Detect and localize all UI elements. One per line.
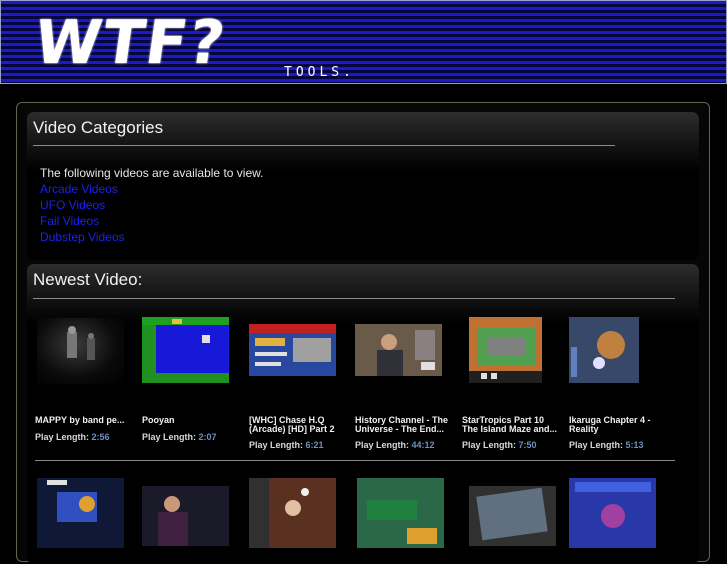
- play-length-5: Play Length: 7:50: [462, 440, 537, 450]
- site-banner: WTF? TOOLS.: [0, 0, 727, 84]
- vertical-shooter-thumb-image: [249, 478, 309, 548]
- shooter-thumb-image: [47, 480, 97, 522]
- play-length-label: Play Length:: [142, 432, 197, 442]
- video-thumbnail-4[interactable]: [355, 324, 442, 376]
- site-logo[interactable]: WTF?: [30, 8, 231, 78]
- video-thumbnail-5[interactable]: [469, 317, 542, 383]
- fighter-thumb-image: [575, 482, 651, 528]
- ikaruga-thumb-image: [569, 317, 639, 383]
- category-link-fail[interactable]: Fail Videos: [40, 214, 99, 228]
- newest-video-panel: Newest Video: MAPPY by band pe... Pooyan…: [27, 264, 699, 564]
- video-duration: 5:13: [625, 440, 644, 450]
- video-thumbnail-1[interactable]: [37, 318, 124, 384]
- video-thumbnail-3[interactable]: [249, 324, 336, 376]
- play-length-4: Play Length: 44:12: [355, 440, 435, 450]
- video-title-5[interactable]: StarTropics Part 10 The Island Maze and.…: [462, 416, 560, 434]
- video-thumbnail-12[interactable]: [569, 478, 656, 548]
- play-length-label: Play Length:: [569, 440, 624, 450]
- video-title-2[interactable]: Pooyan: [142, 416, 240, 425]
- chasehq-thumb-image: [249, 324, 336, 366]
- arcade-thumb-image: [367, 500, 437, 544]
- play-length-label: Play Length:: [249, 440, 304, 450]
- play-length-1: Play Length: 2:56: [35, 432, 110, 442]
- play-length-label: Play Length:: [355, 440, 410, 450]
- play-length-label: Play Length:: [35, 432, 90, 442]
- video-duration: 2:07: [198, 432, 217, 442]
- video-thumbnail-2[interactable]: [142, 317, 229, 383]
- video-duration: 7:50: [518, 440, 537, 450]
- video-duration: 2:56: [91, 432, 110, 442]
- band-thumb-image: [67, 326, 95, 360]
- newest-title: Newest Video:: [33, 270, 143, 289]
- category-link-ufo[interactable]: UFO Videos: [40, 198, 105, 212]
- play-length-2: Play Length: 2:07: [142, 432, 217, 442]
- video-title-4[interactable]: History Channel - The Universe - The End…: [355, 416, 453, 434]
- play-length-label: Play Length:: [462, 440, 517, 450]
- categories-divider: [33, 145, 615, 146]
- newest-divider: [33, 298, 675, 299]
- site-tagline: TOOLS.: [284, 65, 355, 80]
- video-title-3[interactable]: [WHC] Chase H.Q (Arcade) [HD] Part 2: [249, 416, 347, 434]
- row-divider: [35, 460, 675, 461]
- video-thumbnail-8[interactable]: [142, 486, 229, 546]
- video-duration: 44:12: [411, 440, 435, 450]
- video-thumbnail-7[interactable]: [37, 478, 124, 548]
- video-thumbnail-9[interactable]: [249, 478, 336, 548]
- video-title-1[interactable]: MAPPY by band pe...: [35, 416, 133, 425]
- categories-title: Video Categories: [33, 118, 164, 137]
- categories-intro: The following videos are available to vi…: [40, 166, 264, 180]
- category-link-arcade[interactable]: Arcade Videos: [40, 182, 118, 196]
- pooyan-thumb-image: [142, 317, 229, 383]
- play-length-3: Play Length: 6:21: [249, 440, 324, 450]
- play-length-6: Play Length: 5:13: [569, 440, 644, 450]
- video-thumbnail-11[interactable]: [469, 486, 556, 546]
- video-duration: 6:21: [305, 440, 324, 450]
- categories-panel: Video Categories The following videos ar…: [27, 112, 699, 260]
- video-thumbnail-6[interactable]: [569, 317, 639, 383]
- startropics-thumb-image: [469, 327, 542, 383]
- category-link-dubstep[interactable]: Dubstep Videos: [40, 230, 125, 244]
- video-thumbnail-10[interactable]: [357, 478, 444, 548]
- presenter-thumb-image: [158, 496, 188, 546]
- video-title-6[interactable]: Ikaruga Chapter 4 - Reality: [569, 416, 667, 434]
- pinball-thumb-image: [476, 487, 548, 541]
- history-thumb-image: [355, 324, 442, 376]
